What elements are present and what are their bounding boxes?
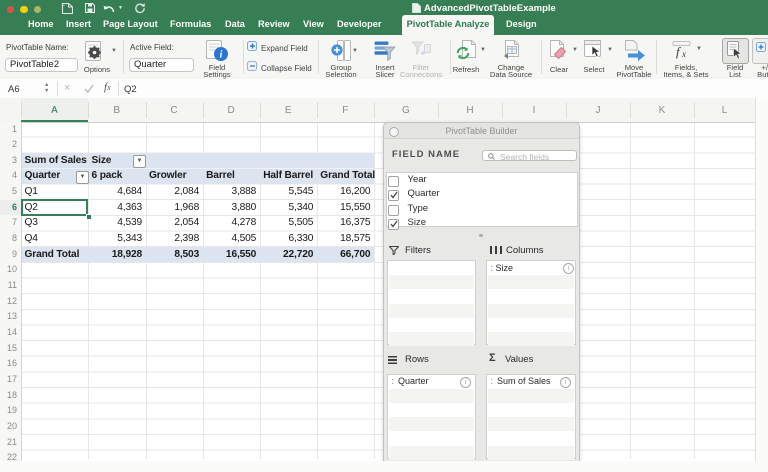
svg-text:i: i (220, 49, 223, 60)
svg-text:x: x (681, 49, 686, 59)
